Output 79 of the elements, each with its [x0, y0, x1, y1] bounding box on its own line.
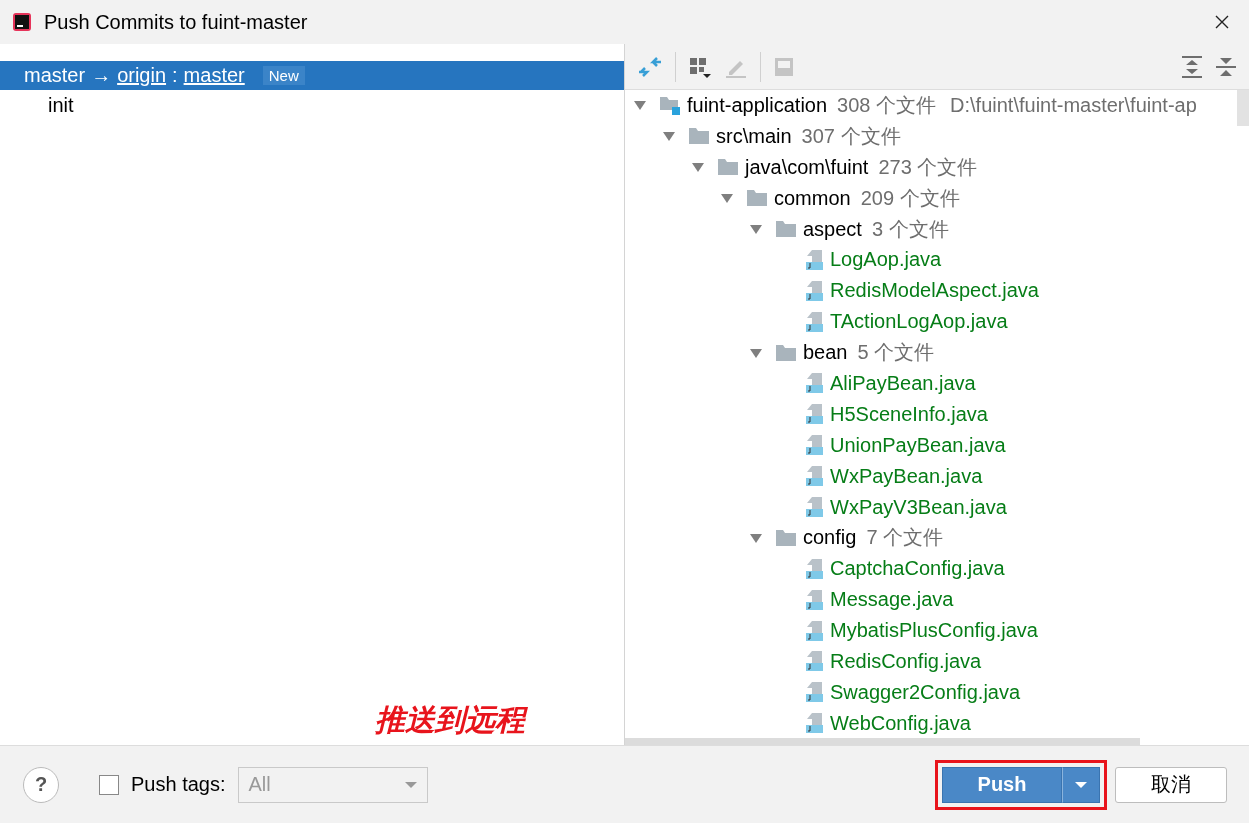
new-badge: New — [262, 66, 305, 85]
file-name[interactable]: H5SceneInfo.java — [830, 402, 988, 426]
window-title: Push Commits to fuint-master — [44, 10, 308, 34]
cancel-button[interactable]: 取消 — [1115, 766, 1227, 803]
file-name[interactable]: AliPayBean.java — [830, 371, 976, 395]
file-name[interactable]: RedisModelAspect.java — [830, 279, 1039, 303]
java-file-icon — [804, 465, 824, 488]
folder-path: D:\fuint\fuint-master\fuint-ap — [950, 93, 1197, 117]
file-name[interactable]: WxPayV3Bean.java — [830, 495, 1007, 519]
dropdown-arrow-icon — [404, 780, 417, 789]
file-name[interactable]: RedisConfig.java — [830, 649, 982, 673]
file-count: 7 个文件 — [866, 525, 944, 551]
remote-link[interactable]: origin — [117, 64, 167, 87]
help-button[interactable]: ? — [23, 766, 59, 803]
local-branch: master — [24, 64, 86, 87]
java-file-icon — [804, 712, 824, 735]
java-file-icon — [804, 650, 824, 673]
folder-name[interactable]: common — [774, 186, 851, 210]
folder-name[interactable]: config — [803, 526, 857, 550]
file-name[interactable]: MybatisPlusConfig.java — [830, 619, 1038, 643]
java-file-icon — [804, 248, 824, 271]
file-name[interactable]: WebConfig.java — [830, 711, 971, 735]
file-name[interactable]: WxPayBean.java — [830, 464, 983, 488]
commit-item[interactable]: init — [0, 90, 624, 121]
collapse-triangle-icon[interactable] — [720, 192, 734, 205]
folder-icon — [775, 528, 797, 547]
java-file-icon — [804, 588, 824, 611]
java-file-icon — [804, 403, 824, 426]
branch-row[interactable]: master → origin : master New — [0, 61, 624, 90]
java-file-icon — [804, 619, 824, 642]
folder-icon — [775, 220, 797, 238]
push-tags-label: Push tags: — [131, 773, 226, 796]
collapse-triangle-icon[interactable] — [749, 531, 763, 544]
file-count: 308 个文件 — [837, 92, 937, 118]
file-name[interactable]: CaptchaConfig.java — [830, 557, 1005, 581]
java-file-icon — [804, 310, 824, 333]
file-count: 209 个文件 — [860, 185, 960, 211]
file-name[interactable]: TActionLogAop.java — [830, 310, 1008, 334]
folder-name[interactable]: bean — [803, 341, 848, 365]
file-name[interactable]: Message.java — [830, 588, 954, 612]
push-button[interactable]: Push — [942, 766, 1062, 803]
close-icon[interactable] — [1215, 15, 1229, 29]
annotation-text: 推送到远程 — [0, 695, 624, 745]
java-file-icon — [804, 681, 824, 704]
folder-name[interactable]: src\main — [716, 124, 792, 148]
separator-text: : — [172, 64, 178, 87]
horizontal-scrollbar[interactable] — [625, 738, 1140, 745]
expand-all-icon[interactable] — [1181, 54, 1203, 79]
java-file-icon — [804, 434, 824, 457]
collapse-triangle-icon[interactable] — [633, 99, 647, 112]
java-file-icon — [804, 557, 824, 580]
file-count: 307 个文件 — [801, 123, 901, 149]
arrow-text: → — [91, 64, 112, 87]
file-name[interactable]: Swagger2Config.java — [830, 680, 1021, 704]
collapse-triangle-icon[interactable] — [749, 223, 763, 235]
folder-icon — [746, 189, 768, 208]
file-count: 5 个文件 — [857, 340, 935, 366]
folder-icon — [717, 158, 739, 177]
folder-name[interactable]: aspect — [803, 217, 862, 241]
dropdown-arrow-icon — [1075, 780, 1087, 789]
file-name[interactable]: UnionPayBean.java — [830, 433, 1006, 457]
module-folder-icon — [659, 95, 681, 116]
vertical-scrollbar[interactable] — [1237, 90, 1249, 126]
java-file-icon — [804, 279, 824, 302]
file-count: 3 个文件 — [871, 216, 949, 242]
folder-name[interactable]: java\com\fuint — [745, 155, 869, 179]
java-file-icon — [804, 496, 824, 518]
push-options-button[interactable] — [1062, 766, 1100, 803]
file-count: 273 个文件 — [878, 154, 978, 180]
collapse-triangle-icon[interactable] — [662, 130, 676, 143]
folder-name[interactable]: fuint-application — [687, 93, 828, 117]
java-file-icon — [804, 372, 824, 395]
file-name[interactable]: LogAop.java — [830, 248, 942, 272]
target-branch-link[interactable]: master — [183, 64, 245, 87]
app-logo-icon — [12, 12, 32, 32]
folder-icon — [688, 127, 710, 146]
folder-icon — [775, 343, 797, 362]
collapse-triangle-icon[interactable] — [691, 161, 705, 174]
collapse-triangle-icon[interactable] — [749, 346, 763, 359]
